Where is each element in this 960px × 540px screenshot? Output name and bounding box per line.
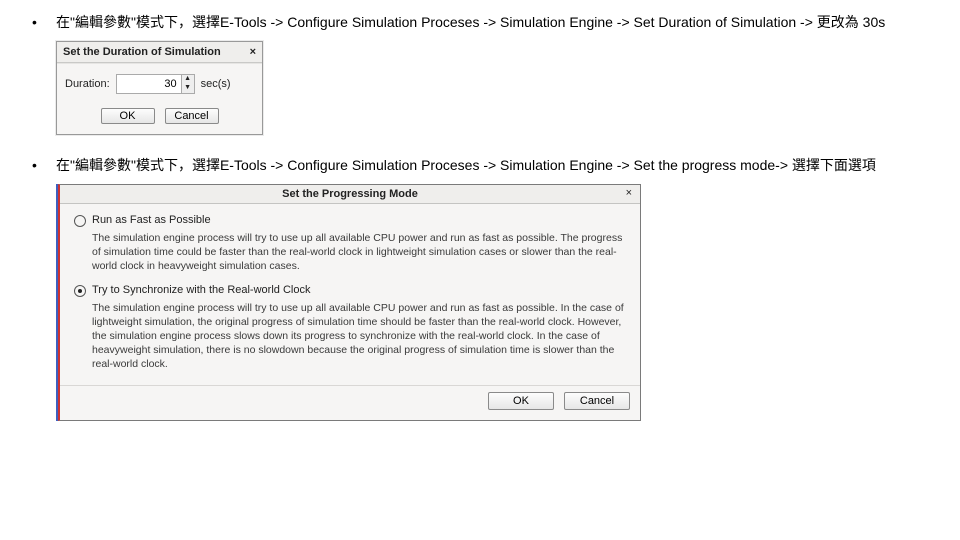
spinner-buttons[interactable]: ▲ ▼ <box>181 75 194 93</box>
bullet-list-2: 在"編輯參數"模式下，選擇E-Tools -> Configure Simula… <box>28 155 932 176</box>
option-run-fast-desc: The simulation engine process will try t… <box>92 231 626 274</box>
duration-unit: sec(s) <box>201 78 231 90</box>
set-duration-titlebar: Set the Duration of Simulation × <box>57 42 262 63</box>
close-icon[interactable]: × <box>250 46 256 58</box>
option-sync-clock-desc: The simulation engine process will try t… <box>92 301 626 372</box>
bullet-item-2: 在"編輯參數"模式下，選擇E-Tools -> Configure Simula… <box>28 155 932 176</box>
set-duration-title: Set the Duration of Simulation <box>63 46 221 58</box>
bullet-list: 在"編輯參數"模式下，選擇E-Tools -> Configure Simula… <box>28 12 932 33</box>
figure-duration-dialog: Set the Duration of Simulation × Duratio… <box>56 41 932 135</box>
close-icon[interactable]: × <box>626 187 632 199</box>
cancel-button[interactable]: Cancel <box>564 392 630 410</box>
set-progress-titlebar: Set the Progressing Mode × <box>60 185 640 204</box>
radio-sync-clock[interactable] <box>74 285 86 297</box>
radio-run-fast[interactable] <box>74 215 86 227</box>
option-run-fast[interactable]: Run as Fast as Possible The simulation e… <box>74 214 626 274</box>
set-duration-dialog: Set the Duration of Simulation × Duratio… <box>56 41 263 135</box>
duration-spinner[interactable]: ▲ ▼ <box>116 74 195 94</box>
set-duration-body: Duration: ▲ ▼ sec(s) <box>57 63 262 102</box>
set-progress-buttons: OK Cancel <box>60 385 640 420</box>
set-progress-body: Run as Fast as Possible The simulation e… <box>60 204 640 385</box>
spinner-up-icon[interactable]: ▲ <box>182 75 194 84</box>
duration-label: Duration: <box>65 78 110 90</box>
ok-button[interactable]: OK <box>101 108 155 124</box>
set-duration-buttons: OK Cancel <box>57 102 262 134</box>
ok-button[interactable]: OK <box>488 392 554 410</box>
cancel-button[interactable]: Cancel <box>165 108 219 124</box>
bullet-item-1: 在"編輯參數"模式下，選擇E-Tools -> Configure Simula… <box>28 12 932 33</box>
duration-input[interactable] <box>117 75 181 93</box>
option-sync-clock[interactable]: Try to Synchronize with the Real-world C… <box>74 284 626 372</box>
option-sync-clock-head[interactable]: Try to Synchronize with the Real-world C… <box>74 284 626 297</box>
set-progress-title: Set the Progressing Mode <box>282 188 418 200</box>
spinner-down-icon[interactable]: ▼ <box>182 84 194 93</box>
figure-progress-dialog: Set the Progressing Mode × Run as Fast a… <box>56 184 932 421</box>
option-run-fast-head[interactable]: Run as Fast as Possible <box>74 214 626 227</box>
option-run-fast-label: Run as Fast as Possible <box>92 214 211 226</box>
page: 在"編輯參數"模式下，選擇E-Tools -> Configure Simula… <box>0 0 960 453</box>
option-sync-clock-label: Try to Synchronize with the Real-world C… <box>92 284 310 296</box>
set-progress-mode-dialog: Set the Progressing Mode × Run as Fast a… <box>58 184 641 421</box>
